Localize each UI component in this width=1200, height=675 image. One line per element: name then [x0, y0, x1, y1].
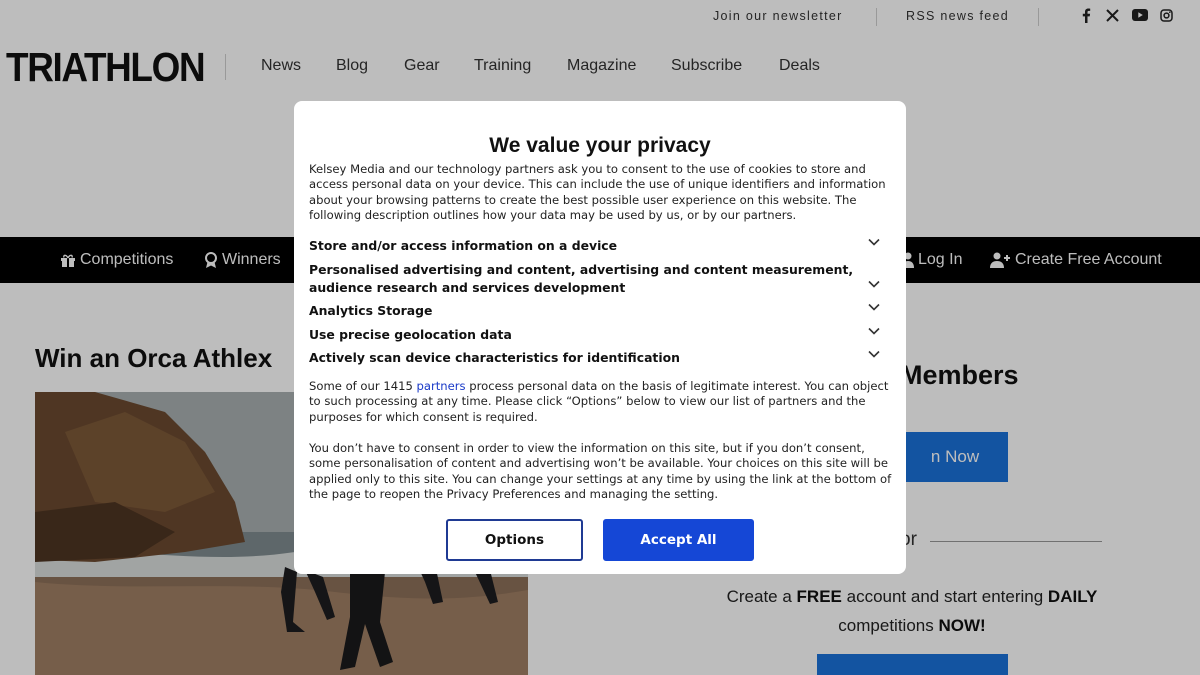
chevron-down-icon[interactable] — [868, 327, 880, 335]
partners-link[interactable]: partners — [417, 379, 466, 393]
purpose-analytics-storage[interactable]: Analytics Storage — [309, 302, 854, 320]
no-consent-text: You don’t have to consent in order to vi… — [309, 441, 892, 501]
dialog-title: We value your privacy — [489, 134, 711, 157]
chevron-down-icon[interactable] — [868, 280, 880, 288]
privacy-consent-dialog: We value your privacy Kelsey Media and o… — [294, 101, 906, 574]
chevron-down-icon[interactable] — [868, 238, 880, 246]
purpose-store-access[interactable]: Store and/or access information on a dev… — [309, 237, 854, 255]
purpose-personalised-advertising[interactable]: Personalised advertising and content, ad… — [309, 261, 854, 296]
chevron-down-icon[interactable] — [868, 303, 880, 311]
accept-all-button[interactable]: Accept All — [603, 519, 754, 561]
legitimate-interest-text: Some of our 1415 partners process person… — [309, 379, 894, 425]
legitimate-interest-prefix: Some of our 1415 — [309, 379, 417, 393]
consent-intro-text: Kelsey Media and our technology partners… — [309, 162, 886, 222]
chevron-down-icon[interactable] — [868, 350, 880, 358]
purpose-device-scan[interactable]: Actively scan device characteristics for… — [309, 349, 854, 367]
options-button[interactable]: Options — [446, 519, 583, 561]
purpose-geolocation[interactable]: Use precise geolocation data — [309, 326, 854, 344]
